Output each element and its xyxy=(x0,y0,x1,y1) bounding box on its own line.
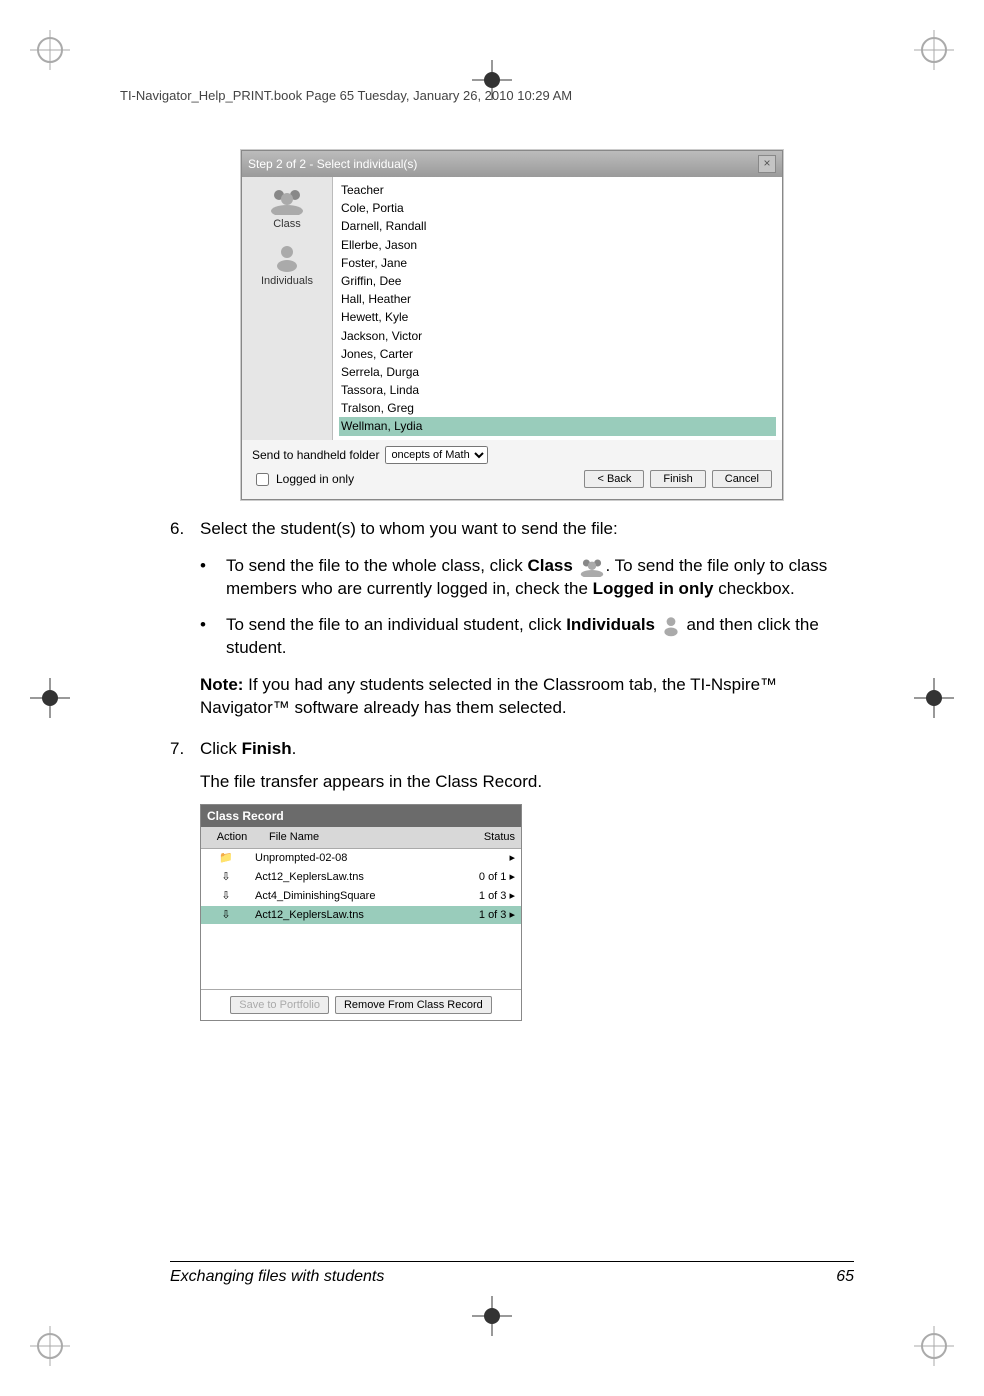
list-item[interactable]: Cole, Portia xyxy=(339,199,776,217)
cancel-button[interactable]: Cancel xyxy=(712,470,772,488)
crop-mark xyxy=(914,30,954,70)
class-group-icon xyxy=(267,185,307,215)
close-icon[interactable]: × xyxy=(758,155,776,173)
individuals-button[interactable]: Individuals xyxy=(252,242,322,289)
dialog-title-text: Step 2 of 2 - Select individual(s) xyxy=(248,156,417,172)
save-to-portfolio-button: Save to Portfolio xyxy=(230,996,329,1014)
remove-from-class-record-button[interactable]: Remove From Class Record xyxy=(335,996,492,1014)
logged-in-only-bold: Logged in only xyxy=(593,579,714,598)
bullet-text: To send the file to the whole class, cli… xyxy=(226,556,527,575)
crop-mark xyxy=(30,678,70,718)
folder-dropdown[interactable]: oncepts of Math xyxy=(385,446,488,464)
col-filename: File Name xyxy=(263,827,439,848)
logged-in-only-input[interactable] xyxy=(256,473,269,486)
table-row[interactable]: ⇩ Act12_KeplersLaw.tns 0 of 1 ▸ xyxy=(201,868,521,887)
select-individuals-dialog: Step 2 of 2 - Select individual(s) × Cla… xyxy=(241,150,783,500)
individuals-list[interactable]: Teacher Cole, Portia Darnell, Randall El… xyxy=(333,177,782,440)
class-record-title: Class Record xyxy=(201,805,521,827)
step-text: Click xyxy=(200,739,242,758)
bullet-class: • To send the file to the whole class, c… xyxy=(200,555,854,601)
status-text: 0 of 1 ▸ xyxy=(445,870,521,885)
finish-bold: Finish xyxy=(242,739,292,758)
table-row[interactable]: ⇩ Act4_DiminishingSquare 1 of 3 ▸ xyxy=(201,887,521,906)
list-item[interactable]: Jones, Carter xyxy=(339,345,776,363)
file-name: Act12_KeplersLaw.tns xyxy=(251,870,445,885)
individuals-label: Individuals xyxy=(261,275,313,287)
bullet-individuals: • To send the file to an individual stud… xyxy=(200,614,854,660)
individuals-bold-label: Individuals xyxy=(566,615,655,634)
col-action: Action xyxy=(201,827,263,848)
list-item[interactable]: Foster, Jane xyxy=(339,254,776,272)
dialog-sidebar: Class Individuals xyxy=(242,177,333,440)
file-name: Unprompted-02-08 xyxy=(251,851,445,866)
step-7: 7. Click Finish. The file transfer appea… xyxy=(170,738,854,794)
list-item[interactable]: Hewett, Kyle xyxy=(339,308,776,326)
status-text: 1 of 3 ▸ xyxy=(445,908,521,923)
bullet-text: To send the file to an individual studen… xyxy=(226,615,566,634)
logged-in-only-label: Logged in only xyxy=(276,471,354,487)
footer-section: Exchanging files with students xyxy=(170,1268,384,1286)
page-content: Step 2 of 2 - Select individual(s) × Cla… xyxy=(170,150,854,1021)
step-number: 6. xyxy=(170,518,200,541)
step-number: 7. xyxy=(170,738,200,794)
finish-button[interactable]: Finish xyxy=(650,470,705,488)
bullet-text: checkbox. xyxy=(714,579,795,598)
note-block: Note: If you had any students selected i… xyxy=(200,674,854,720)
list-item[interactable]: Hall, Heather xyxy=(339,290,776,308)
step-text: . xyxy=(292,739,297,758)
step-text: Select the student(s) to whom you want t… xyxy=(200,518,854,541)
class-record-panel: Class Record Action File Name Status 📁 U… xyxy=(200,804,522,1021)
table-row-selected[interactable]: ⇩ Act12_KeplersLaw.tns 1 of 3 ▸ xyxy=(201,906,521,925)
file-name: Act12_KeplersLaw.tns xyxy=(251,908,445,923)
class-label: Class xyxy=(273,218,301,230)
bullet-icon: • xyxy=(200,614,226,660)
list-item[interactable]: Ellerbe, Jason xyxy=(339,236,776,254)
table-row[interactable]: 📁 Unprompted-02-08 ▸ xyxy=(201,849,521,868)
list-item[interactable]: Jackson, Victor xyxy=(339,327,776,345)
class-group-icon xyxy=(578,556,606,576)
print-header: TI-Navigator_Help_PRINT.book Page 65 Tue… xyxy=(120,88,864,103)
list-item[interactable]: Darnell, Randall xyxy=(339,217,776,235)
folder-icon: 📁 xyxy=(201,851,251,866)
crop-mark xyxy=(30,1326,70,1366)
class-bold-label: Class xyxy=(527,556,572,575)
list-item-selected[interactable]: Wellman, Lydia xyxy=(339,417,776,435)
individual-icon xyxy=(660,615,682,637)
file-name: Act4_DiminishingSquare xyxy=(251,889,445,904)
col-status: Status xyxy=(439,827,521,848)
list-item[interactable]: Griffin, Dee xyxy=(339,272,776,290)
class-button[interactable]: Class xyxy=(252,185,322,232)
step-6: 6. Select the student(s) to whom you wan… xyxy=(170,518,854,541)
bullet-icon: • xyxy=(200,555,226,601)
transfer-icon: ⇩ xyxy=(201,908,251,923)
transfer-icon: ⇩ xyxy=(201,889,251,904)
page-footer: Exchanging files with students 65 xyxy=(170,1261,854,1286)
status-text: ▸ xyxy=(445,851,521,866)
list-item[interactable]: Teacher xyxy=(339,181,776,199)
list-item[interactable]: Serrela, Durga xyxy=(339,363,776,381)
note-label: Note: xyxy=(200,675,243,694)
send-folder-label: Send to handheld folder xyxy=(252,447,379,463)
note-text: If you had any students selected in the … xyxy=(200,675,777,717)
crop-mark xyxy=(472,1296,512,1336)
back-button[interactable]: < Back xyxy=(584,470,644,488)
step-after-text: The file transfer appears in the Class R… xyxy=(200,771,854,794)
transfer-icon: ⇩ xyxy=(201,870,251,885)
list-item[interactable]: Tralson, Greg xyxy=(339,399,776,417)
dialog-titlebar: Step 2 of 2 - Select individual(s) × xyxy=(242,151,782,177)
crop-mark xyxy=(30,30,70,70)
logged-in-only-checkbox[interactable]: Logged in only xyxy=(252,470,354,489)
crop-mark xyxy=(914,678,954,718)
list-item[interactable]: Tassora, Linda xyxy=(339,381,776,399)
page-number: 65 xyxy=(836,1268,854,1286)
class-record-header: Action File Name Status xyxy=(201,827,521,849)
individual-icon xyxy=(267,242,307,272)
status-text: 1 of 3 ▸ xyxy=(445,889,521,904)
crop-mark xyxy=(914,1326,954,1366)
